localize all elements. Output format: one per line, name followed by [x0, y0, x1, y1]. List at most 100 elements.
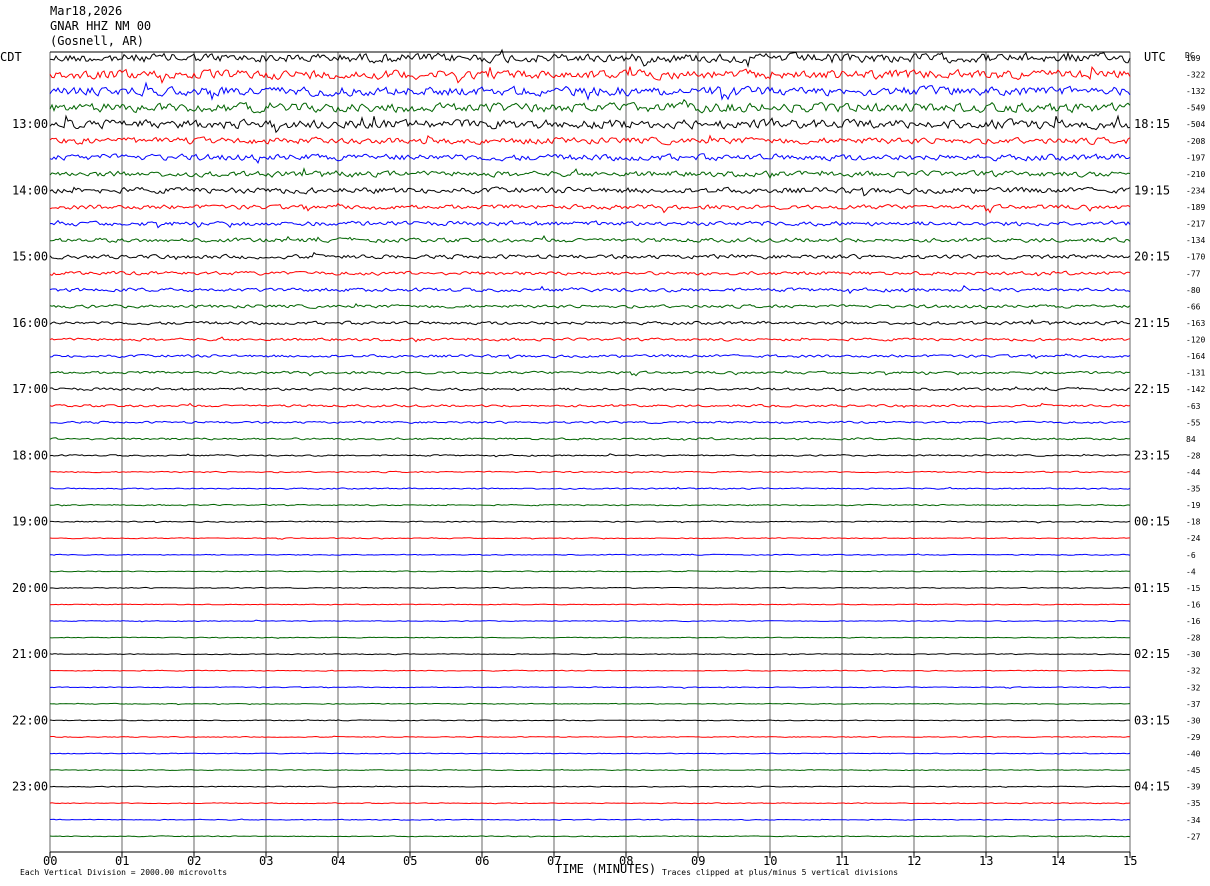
scale-note: Each Vertical Division = 2000.00 microvo…	[20, 868, 227, 877]
trace-row	[49, 619, 1131, 623]
right-hour-label: 02:15	[1134, 647, 1170, 661]
trace-row	[49, 818, 1131, 821]
dc-offset-label: -197	[1186, 153, 1205, 162]
trace-row	[49, 270, 1131, 277]
left-hour-label: 16:00	[12, 316, 48, 330]
trace-row	[49, 167, 1131, 180]
trace-row	[49, 437, 1131, 441]
x-tick-label: 13	[979, 854, 993, 868]
trace-row	[49, 318, 1130, 326]
x-tick-label: 14	[1051, 854, 1065, 868]
dc-offset-label: -217	[1186, 220, 1205, 229]
seismic-traces	[49, 48, 1131, 838]
dc-offset-label: -35	[1186, 485, 1201, 494]
dc-offset-label: -55	[1186, 418, 1201, 427]
dc-offset-label: -30	[1186, 650, 1201, 659]
right-hour-label: 03:15	[1134, 713, 1170, 727]
left-timezone-label: CDT	[0, 50, 22, 64]
dc-offset-label: -131	[1186, 369, 1205, 378]
x-tick-label: 00	[43, 854, 57, 868]
dc-offset-label: -15	[1186, 584, 1201, 593]
dc-offset-label: -29	[1186, 733, 1201, 742]
right-hour-label: 23:15	[1134, 448, 1170, 462]
dc-offset-label: -24	[1186, 534, 1201, 543]
helicorder-plot: 00 01 02 03 04 05 06 07 08 09 10 11 12 13 14 15 CDT UTC…	[0, 48, 1205, 877]
dc-offset-label: -80	[1186, 286, 1201, 295]
trace-row	[50, 785, 1131, 788]
trace-row	[49, 686, 1131, 689]
dc-offset-label: -6	[1186, 551, 1196, 560]
x-tick-label: 11	[835, 854, 849, 868]
dc-offset-label: -132	[1186, 87, 1205, 96]
trace-row	[49, 453, 1131, 458]
dc-offset-label: -163	[1186, 319, 1205, 328]
dc-offset-label: -549	[1186, 104, 1205, 113]
trace-row	[49, 251, 1131, 261]
trace-row	[49, 386, 1131, 392]
dc-offset-label: -210	[1186, 170, 1205, 179]
dc-offset-label: -32	[1186, 667, 1201, 676]
clip-note: Traces clipped at plus/minus 5 vertical …	[662, 868, 898, 877]
trace-row	[49, 98, 1131, 114]
trace-row	[49, 835, 1131, 838]
dc-offset-label: -63	[1186, 402, 1201, 411]
x-tick-label: 05	[403, 854, 417, 868]
right-hour-label: 19:15	[1134, 183, 1170, 197]
trace-row	[49, 719, 1131, 722]
dc-offset-label: -504	[1186, 120, 1205, 129]
left-hour-label: 13:00	[12, 117, 48, 131]
trace-row	[49, 537, 1131, 540]
trace-row	[50, 553, 1131, 556]
dc-offset-label: -37	[1186, 700, 1201, 709]
right-hour-label: 01:15	[1134, 581, 1170, 595]
trace-row	[49, 486, 1131, 490]
dc-offset-label: -189	[1186, 203, 1205, 212]
trace-row	[49, 202, 1131, 214]
left-hour-label: 20:00	[12, 581, 48, 595]
trace-row	[49, 636, 1131, 639]
trace-row	[49, 752, 1131, 755]
dc-offset-label: -44	[1186, 468, 1201, 477]
dc-offset-label: -134	[1186, 236, 1205, 245]
dc-offset-label: -170	[1186, 253, 1205, 262]
x-tick-label: 01	[115, 854, 129, 868]
dc-offset-label: -142	[1186, 385, 1205, 394]
dc-offset-label: 84	[1186, 435, 1196, 444]
left-hour-label: 14:00	[12, 183, 48, 197]
trace-row	[49, 336, 1131, 343]
right-hour-label: 04:15	[1134, 780, 1170, 794]
trace-row	[49, 186, 1131, 197]
dc-offset-label: -27	[1186, 832, 1201, 841]
left-hour-label: 22:00	[12, 713, 48, 727]
trace-row	[49, 801, 1131, 805]
left-hour-label: 18:00	[12, 448, 48, 462]
trace-row	[49, 370, 1131, 377]
trace-row	[50, 520, 1131, 524]
x-tick-label: 06	[475, 854, 489, 868]
dc-offset-label: -30	[1186, 716, 1201, 725]
dc-offset-label: -45	[1186, 766, 1201, 775]
dc-offset-label: -322	[1186, 71, 1205, 80]
right-hour-label: 22:15	[1134, 382, 1170, 396]
x-axis-title: TIME (MINUTES)	[555, 862, 656, 876]
x-tick-label: 09	[691, 854, 705, 868]
dc-offset-label: -234	[1186, 186, 1205, 195]
right-hour-label: 21:15	[1134, 316, 1170, 330]
left-hour-label: 23:00	[12, 780, 48, 794]
dc-offset-label: -120	[1186, 336, 1205, 345]
trace-row	[50, 470, 1130, 474]
right-hour-label: 20:15	[1134, 250, 1170, 264]
trace-row	[49, 65, 1131, 85]
right-hour-label: 18:15	[1134, 117, 1170, 131]
left-hour-label: 21:00	[12, 647, 48, 661]
dc-offset-label: -18	[1186, 518, 1201, 527]
dc-offset-label: -40	[1186, 750, 1201, 759]
dc-offset-label: -28	[1186, 634, 1201, 643]
dc-offset-label: -39	[1186, 783, 1201, 792]
trace-row	[49, 768, 1131, 772]
dc-offset-label: -164	[1186, 352, 1205, 361]
trace-row	[50, 234, 1131, 244]
left-hour-label: 17:00	[12, 382, 48, 396]
trace-row	[49, 114, 1131, 134]
dc-offset-label: -208	[1186, 137, 1205, 146]
